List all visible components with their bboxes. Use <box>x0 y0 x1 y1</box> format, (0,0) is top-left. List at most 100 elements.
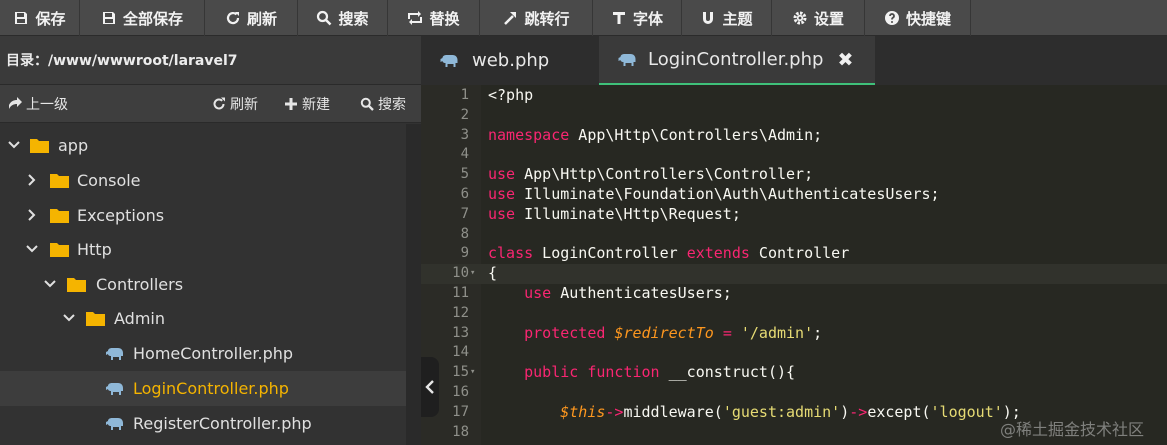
explorer-search-label: 搜索 <box>378 97 406 113</box>
tree-label: app <box>58 136 89 155</box>
help-icon <box>884 11 899 25</box>
refresh-button[interactable]: 刷新 <box>205 0 298 36</box>
code-line[interactable]: 10 ▾ { <box>421 264 1167 284</box>
fold-arrow-icon[interactable]: ▾ <box>470 363 475 383</box>
editor-tabs: web.php LoginController.php ✖ <box>421 36 1167 85</box>
save-all-label: 全部保存 <box>122 9 183 28</box>
toolbar: 保存 全部保存 刷新 搜索 替换 跳转行 字体 主题 设置 快捷键 <box>0 0 1167 36</box>
jump-line-button[interactable]: 跳转行 <box>480 0 593 36</box>
explorer-scrollbar[interactable] <box>406 124 421 445</box>
replace-button[interactable]: 替换 <box>388 0 480 36</box>
file-explorer: 目录：/www/wwwroot/laravel7 上一级 刷新 新建 搜索 ap… <box>0 36 421 445</box>
close-icon[interactable]: ✖ <box>837 49 853 71</box>
chevron-right-icon <box>28 174 36 186</box>
code-line[interactable]: 15 ▾ public function __construct(){ <box>421 363 1167 383</box>
directory-path: 目录：/www/wwwroot/laravel7 <box>0 36 421 85</box>
php-elephant-icon <box>440 54 458 67</box>
tab-label: LoginController.php <box>648 49 824 70</box>
code-line[interactable]: 7 use Illuminate\Http\Request; <box>421 205 1167 225</box>
new-label: 新建 <box>302 97 330 113</box>
tree-folder-controllers[interactable]: Controllers <box>0 267 406 302</box>
code-line[interactable]: 5 use App\Http\Controllers\Controller; <box>421 165 1167 185</box>
php-elephant-icon <box>618 53 636 66</box>
tree-folder-exceptions[interactable]: Exceptions <box>0 198 406 233</box>
theme-icon <box>703 12 714 24</box>
tab-logincontroller-php[interactable]: LoginController.php ✖ <box>599 36 875 85</box>
explorer-refresh-label: 刷新 <box>230 97 258 113</box>
chevron-down-icon <box>44 280 56 288</box>
code-text: protected $redirectTo = '/admin'; <box>524 323 823 342</box>
code-line[interactable]: 3 namespace App\Http\Controllers\Admin; <box>421 126 1167 146</box>
chevron-down-icon <box>63 314 75 322</box>
code-line[interactable]: 8 <box>421 225 1167 245</box>
search-icon <box>317 10 332 26</box>
code-text: use App\Http\Controllers\Controller; <box>488 165 814 184</box>
code-line[interactable]: 9 class LoginController extends Controlle… <box>421 244 1167 264</box>
line-number: 1 <box>460 87 469 103</box>
explorer-search-button[interactable]: 搜索 <box>360 94 406 114</box>
folder-icon <box>50 174 69 188</box>
folder-icon <box>50 243 69 257</box>
line-number: 3 <box>460 126 469 143</box>
php-elephant-icon <box>106 383 123 395</box>
chevron-down-icon <box>26 245 38 253</box>
code-text: <?php <box>488 86 534 104</box>
shortcuts-label: 快捷键 <box>905 9 951 28</box>
shortcuts-button[interactable]: 快捷键 <box>865 0 971 36</box>
theme-button[interactable]: 主题 <box>682 0 772 36</box>
folder-icon <box>30 139 49 153</box>
explorer-refresh-button[interactable]: 刷新 <box>212 94 258 114</box>
watermark: @稀土掘金技术社区 <box>1000 420 1145 439</box>
save-all-button[interactable]: 全部保存 <box>80 0 205 36</box>
tree-label: Controllers <box>96 275 184 294</box>
up-level-button[interactable]: 上一级 <box>8 94 68 114</box>
line-number: 9 <box>460 245 469 262</box>
tree-label: LoginController.php <box>133 379 289 398</box>
code-text: { <box>488 264 498 283</box>
code-text: public function __construct(){ <box>524 363 796 382</box>
php-elephant-icon <box>106 418 123 430</box>
collapse-sidebar-button[interactable] <box>421 357 439 417</box>
refresh-icon <box>226 11 240 25</box>
code-line[interactable]: 13 protected $redirectTo = '/admin'; <box>421 324 1167 344</box>
font-icon <box>612 12 625 24</box>
code-text: class LoginController extends Controller <box>488 244 850 263</box>
tree-label: Console <box>77 171 141 190</box>
line-number: 8 <box>460 225 469 242</box>
settings-label: 设置 <box>813 9 844 28</box>
tree-folder-app[interactable]: app <box>0 128 406 163</box>
code-line[interactable]: 16 <box>421 383 1167 403</box>
new-button[interactable]: 新建 <box>284 94 330 114</box>
code-line[interactable]: 6 use Illuminate\Foundation\Auth\Authenti… <box>421 185 1167 205</box>
refresh-label: 刷新 <box>246 9 277 28</box>
code-line[interactable]: 14 <box>421 343 1167 363</box>
fold-arrow-icon[interactable]: ▾ <box>470 264 475 284</box>
tree-file-registercontroller[interactable]: RegisterController.php <box>0 406 406 441</box>
theme-label: 主题 <box>722 9 753 28</box>
tree-file-homecontroller[interactable]: HomeController.php <box>0 336 406 371</box>
code-line[interactable]: 2 <box>421 106 1167 126</box>
tree-folder-console[interactable]: Console <box>0 163 406 198</box>
tree-file-logincontroller[interactable]: LoginController.php <box>0 371 406 406</box>
save-label: 保存 <box>35 9 66 28</box>
tree-folder-http[interactable]: Http <box>0 232 406 267</box>
code-line[interactable]: 11 use AuthenticatesUsers; <box>421 284 1167 304</box>
code-line[interactable]: 12 <box>421 304 1167 324</box>
tab-web-php[interactable]: web.php <box>421 36 599 85</box>
save-button[interactable]: 保存 <box>0 0 80 36</box>
save-icon <box>15 12 28 24</box>
font-button[interactable]: 字体 <box>593 0 682 36</box>
folder-icon <box>86 312 105 326</box>
code-line[interactable]: 4 <box>421 145 1167 165</box>
settings-button[interactable]: 设置 <box>772 0 865 36</box>
tree-label: RegisterController.php <box>133 414 312 433</box>
line-number: 11 <box>452 285 469 301</box>
save-all-icon <box>102 12 115 24</box>
code-line[interactable]: 1 <?php <box>421 86 1167 106</box>
share-arrow-icon <box>9 97 22 109</box>
tree-label: Admin <box>114 309 165 328</box>
search-button[interactable]: 搜索 <box>298 0 388 36</box>
code-editor[interactable]: 1 <?php 2 3 namespace App\Http\Controllers\A… <box>421 85 1167 445</box>
tree-folder-admin[interactable]: Admin <box>0 301 406 336</box>
line-number: 7 <box>460 205 469 222</box>
